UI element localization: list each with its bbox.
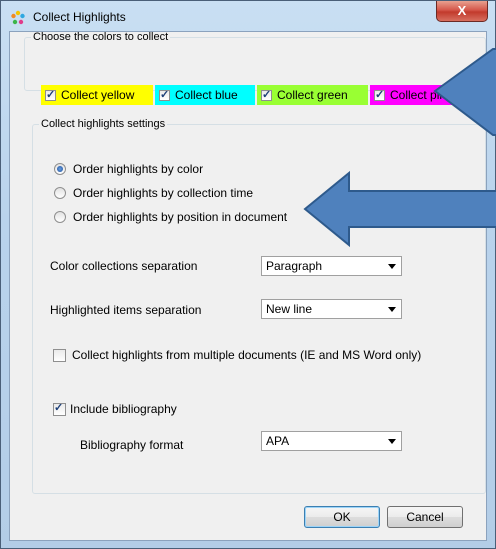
include-bibliography-checkbox[interactable]: Include bibliography bbox=[53, 401, 177, 416]
multi-docs-checkbox[interactable]: Collect highlights from multiple documen… bbox=[53, 348, 421, 362]
chevron-down-icon bbox=[388, 307, 396, 312]
order-by-color-radio[interactable]: Order highlights by color bbox=[54, 162, 203, 176]
bibliography-format-value: APA bbox=[266, 434, 290, 448]
cancel-button[interactable]: Cancel bbox=[387, 506, 463, 528]
item-sep-dropdown[interactable]: New line bbox=[261, 299, 402, 319]
title-bar[interactable]: Collect Highlights X bbox=[1, 1, 495, 31]
order-by-color-label: Order highlights by color bbox=[73, 162, 204, 176]
checkbox-check-icon bbox=[53, 401, 66, 416]
dialog-window: Collect Highlights X Choose the colors t… bbox=[0, 0, 496, 549]
item-sep-value: New line bbox=[266, 302, 313, 316]
checkbox-check-icon bbox=[159, 88, 170, 101]
annotation-arrow-top bbox=[433, 48, 496, 136]
collect-green-checkbox[interactable]: Collect green bbox=[257, 85, 368, 105]
checkbox-icon bbox=[53, 348, 66, 362]
include-bibliography-label: Include bibliography bbox=[70, 402, 177, 416]
collect-yellow-checkbox[interactable]: Collect yellow bbox=[41, 85, 153, 105]
color-sep-value: Paragraph bbox=[266, 259, 323, 273]
colors-group-legend: Choose the colors to collect bbox=[33, 31, 169, 43]
bibliography-format-dropdown[interactable]: APA bbox=[261, 431, 402, 451]
color-sep-label: Color collections separation bbox=[50, 259, 198, 273]
bibliography-format-label: Bibliography format bbox=[80, 438, 184, 452]
order-by-position-label: Order highlights by position in document bbox=[73, 210, 288, 224]
app-icon bbox=[11, 10, 25, 25]
collect-green-label: Collect green bbox=[277, 88, 348, 102]
collect-yellow-label: Collect yellow bbox=[61, 88, 135, 102]
radio-selected-icon bbox=[54, 163, 66, 175]
color-sep-dropdown[interactable]: Paragraph bbox=[261, 256, 402, 276]
checkbox-check-icon bbox=[374, 88, 385, 101]
checkbox-check-icon bbox=[261, 88, 272, 101]
window-title: Collect Highlights bbox=[33, 10, 126, 24]
item-sep-label: Highlighted items separation bbox=[50, 303, 202, 317]
collect-blue-label: Collect blue bbox=[175, 88, 238, 102]
order-by-position-radio[interactable]: Order highlights by position in document bbox=[54, 210, 287, 224]
chevron-down-icon bbox=[388, 264, 396, 269]
annotation-arrow-middle bbox=[303, 170, 496, 248]
radio-icon bbox=[54, 187, 66, 199]
ok-button[interactable]: OK bbox=[304, 506, 380, 528]
radio-icon bbox=[54, 211, 66, 223]
collect-blue-checkbox[interactable]: Collect blue bbox=[155, 85, 255, 105]
colors-groupbox: Choose the colors to collect bbox=[24, 31, 486, 91]
order-by-time-label: Order highlights by collection time bbox=[73, 186, 254, 200]
checkbox-check-icon bbox=[45, 88, 56, 101]
settings-group-legend: Collect highlights settings bbox=[41, 118, 166, 130]
multi-docs-label: Collect highlights from multiple documen… bbox=[72, 348, 422, 362]
chevron-down-icon bbox=[388, 439, 396, 444]
order-by-time-radio[interactable]: Order highlights by collection time bbox=[54, 186, 253, 200]
close-button[interactable]: X bbox=[436, 1, 488, 22]
